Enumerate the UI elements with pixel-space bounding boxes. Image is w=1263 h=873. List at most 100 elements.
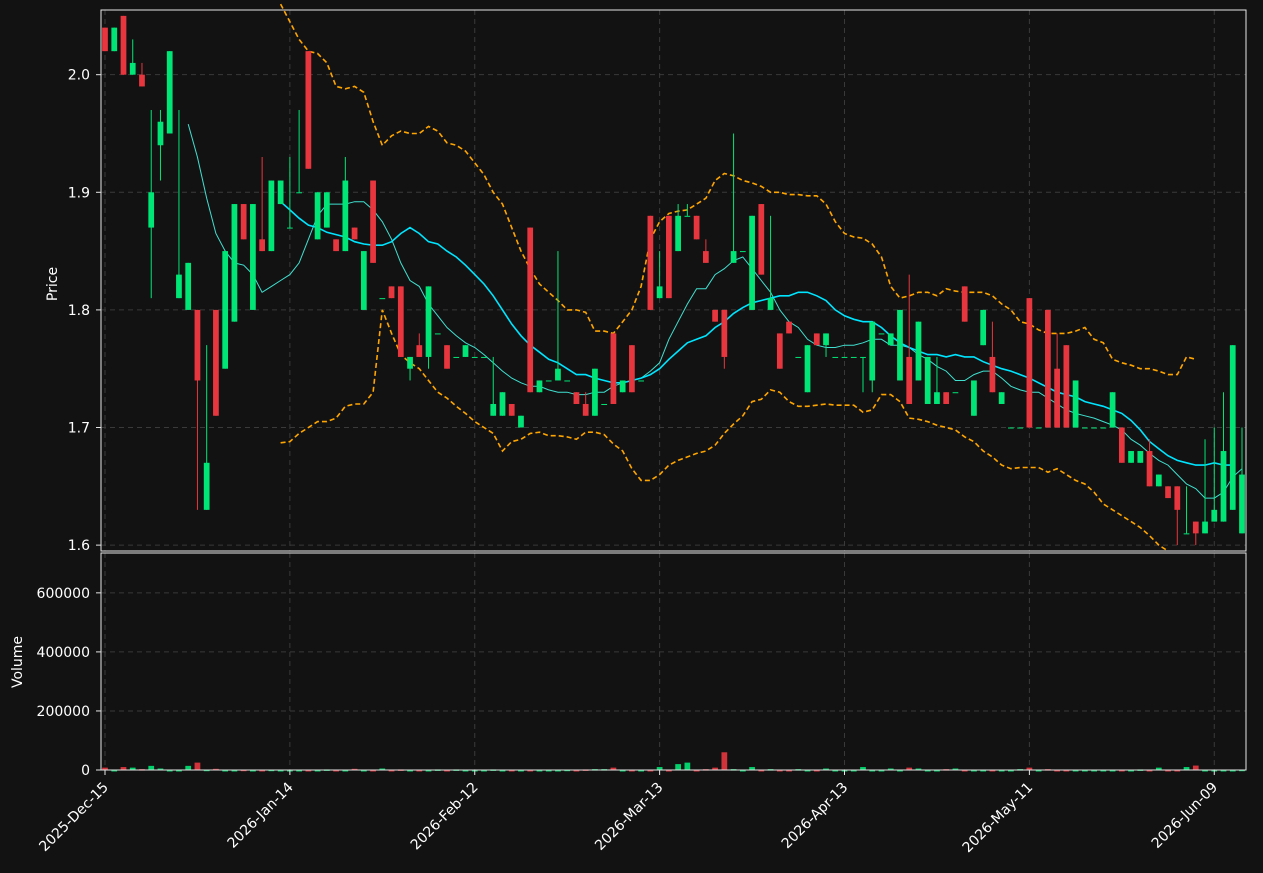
candle-body bbox=[943, 392, 950, 404]
candle-body bbox=[407, 356, 413, 369]
candle-body bbox=[490, 403, 497, 416]
candle-body bbox=[1202, 521, 1208, 534]
candle-body bbox=[795, 356, 802, 358]
candle-body bbox=[185, 262, 192, 310]
candle-body bbox=[157, 121, 164, 146]
candle-body bbox=[1211, 509, 1218, 522]
candle-body bbox=[619, 380, 626, 393]
candle-body bbox=[527, 227, 534, 393]
candle-body bbox=[601, 403, 608, 405]
candle-body bbox=[1100, 427, 1107, 429]
candle-body bbox=[499, 392, 506, 416]
candle-body bbox=[323, 192, 330, 228]
candle-body bbox=[518, 415, 524, 428]
price-axis-title: Price bbox=[45, 267, 61, 301]
candle-body bbox=[388, 286, 395, 299]
price-y-tick-label: 2.0 bbox=[68, 68, 90, 84]
candle-body bbox=[194, 309, 201, 381]
candle-body bbox=[434, 333, 441, 335]
candle-body bbox=[1091, 427, 1097, 429]
candle-body bbox=[296, 192, 302, 194]
candlestick-chart: 1.61.71.81.92.0 0200000400000600000 2025… bbox=[0, 0, 1263, 873]
candle-body bbox=[203, 462, 210, 510]
candle-body bbox=[989, 356, 996, 393]
candle-body bbox=[166, 51, 173, 134]
candle-body bbox=[693, 215, 700, 240]
candle-body bbox=[287, 227, 293, 229]
candle-body bbox=[906, 356, 913, 404]
candle-body bbox=[1017, 427, 1024, 429]
candle-body bbox=[453, 356, 460, 358]
candle-body bbox=[573, 392, 580, 404]
candle-body bbox=[139, 74, 145, 87]
candle-body bbox=[1008, 427, 1014, 429]
candle-body bbox=[721, 309, 728, 357]
candle-body bbox=[1045, 309, 1051, 428]
candle-body bbox=[841, 356, 848, 358]
candle-body bbox=[148, 192, 155, 228]
candle-body bbox=[1081, 427, 1088, 429]
candle-body bbox=[231, 204, 238, 322]
volume-y-tick-label: 0 bbox=[81, 763, 90, 779]
candle-body bbox=[176, 274, 182, 299]
price-y-tick-label: 1.9 bbox=[68, 185, 90, 201]
candle-body bbox=[961, 286, 968, 322]
candle-body bbox=[952, 392, 959, 394]
candle-body bbox=[397, 286, 404, 357]
candle-body bbox=[832, 356, 839, 358]
volume-bar bbox=[675, 764, 681, 770]
candle-body bbox=[915, 321, 922, 381]
candle-body bbox=[120, 15, 127, 75]
candle-body bbox=[730, 251, 737, 263]
candle-body bbox=[1220, 451, 1227, 522]
candle-body bbox=[1063, 345, 1070, 428]
candle-body bbox=[656, 286, 663, 299]
candle-body bbox=[1146, 451, 1153, 487]
candle-body bbox=[481, 356, 487, 358]
candle-body bbox=[277, 180, 284, 205]
candle-body bbox=[739, 251, 746, 253]
candle-body bbox=[749, 215, 755, 310]
candle-body bbox=[924, 356, 931, 404]
price-y-tick-label: 1.7 bbox=[68, 421, 90, 437]
candle-body bbox=[1192, 521, 1199, 534]
volume-bar bbox=[721, 752, 728, 770]
candle-body bbox=[980, 309, 987, 346]
candle-body bbox=[850, 356, 857, 358]
candle-body bbox=[804, 345, 811, 393]
candle-body bbox=[1109, 392, 1116, 428]
volume-bar bbox=[684, 762, 691, 770]
candle-body bbox=[1137, 451, 1144, 463]
candle-body bbox=[1183, 533, 1190, 535]
volume-axis-title: Volume bbox=[10, 636, 26, 688]
volume-bar bbox=[1192, 765, 1199, 770]
candle-body bbox=[1229, 345, 1236, 510]
candle-body bbox=[998, 392, 1005, 404]
candle-body bbox=[508, 403, 515, 416]
chart-background bbox=[0, 0, 1263, 873]
candle-body bbox=[813, 333, 820, 346]
candle-body bbox=[786, 321, 792, 334]
candle-body bbox=[222, 251, 229, 369]
candle-body bbox=[111, 27, 118, 52]
candle-body bbox=[536, 380, 543, 393]
candle-body bbox=[638, 380, 645, 382]
volume-bar bbox=[194, 762, 201, 770]
candle-body bbox=[1026, 298, 1033, 428]
candle-body bbox=[102, 27, 108, 52]
candle-body bbox=[462, 345, 469, 357]
candle-body bbox=[675, 215, 681, 252]
candle-body bbox=[471, 356, 478, 358]
candle-body bbox=[1155, 474, 1162, 487]
candle-body bbox=[776, 333, 783, 369]
candle-body bbox=[360, 251, 367, 310]
price-y-tick-label: 1.8 bbox=[68, 303, 90, 319]
candle-body bbox=[582, 403, 589, 416]
candle-body bbox=[823, 333, 829, 346]
candle-body bbox=[860, 356, 866, 358]
candle-body bbox=[268, 180, 275, 252]
candle-body bbox=[250, 204, 256, 310]
candle-body bbox=[712, 309, 718, 322]
candle-body bbox=[129, 62, 136, 75]
volume-y-tick-label: 600000 bbox=[37, 586, 90, 602]
